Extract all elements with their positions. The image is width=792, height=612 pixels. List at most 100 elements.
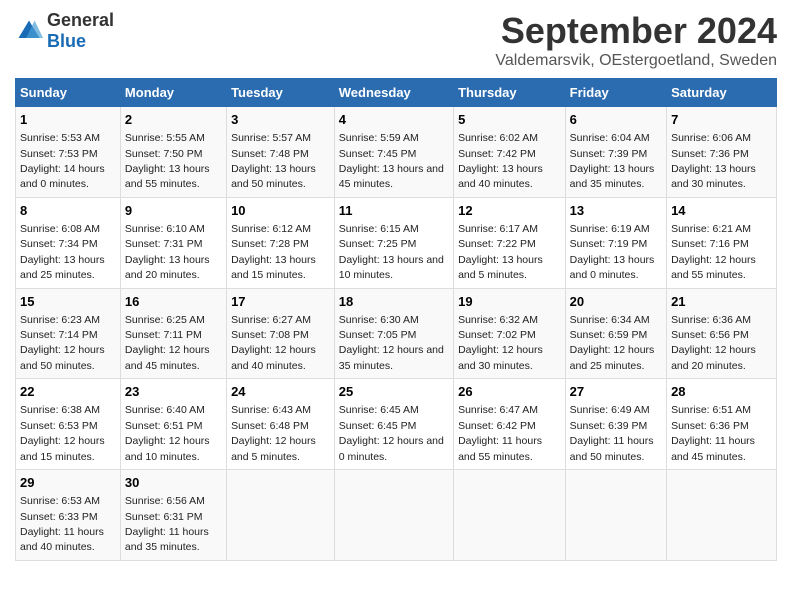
calendar-cell: 18 Sunrise: 6:30 AMSunset: 7:05 PMDayligh… [334, 288, 453, 379]
day-number: 17 [231, 293, 330, 311]
calendar-cell: 21 Sunrise: 6:36 AMSunset: 6:56 PMDayligh… [667, 288, 777, 379]
cell-info: Sunrise: 6:53 AMSunset: 6:33 PMDaylight:… [20, 495, 104, 553]
day-number: 16 [125, 293, 222, 311]
cell-info: Sunrise: 6:02 AMSunset: 7:42 PMDaylight:… [458, 132, 543, 190]
day-number: 23 [125, 383, 222, 401]
calendar-cell: 27 Sunrise: 6:49 AMSunset: 6:39 PMDayligh… [565, 379, 666, 470]
cell-info: Sunrise: 6:30 AMSunset: 7:05 PMDaylight:… [339, 314, 444, 372]
column-header-thursday: Thursday [454, 79, 566, 107]
calendar-week-row: 15 Sunrise: 6:23 AMSunset: 7:14 PMDayligh… [16, 288, 777, 379]
day-number: 29 [20, 474, 116, 492]
calendar-table: SundayMondayTuesdayWednesdayThursdayFrid… [15, 78, 777, 561]
page-header: General Blue September 2024 Valdemarsvik… [15, 10, 777, 70]
cell-info: Sunrise: 6:45 AMSunset: 6:45 PMDaylight:… [339, 404, 444, 462]
cell-info: Sunrise: 6:34 AMSunset: 6:59 PMDaylight:… [570, 314, 655, 372]
cell-info: Sunrise: 6:23 AMSunset: 7:14 PMDaylight:… [20, 314, 105, 372]
cell-info: Sunrise: 6:21 AMSunset: 7:16 PMDaylight:… [671, 223, 756, 281]
calendar-cell: 10Sunrise: 6:12 AMSunset: 7:28 PMDayligh… [227, 197, 335, 288]
day-number: 24 [231, 383, 330, 401]
cell-info: Sunrise: 6:25 AMSunset: 7:11 PMDaylight:… [125, 314, 210, 372]
column-header-saturday: Saturday [667, 79, 777, 107]
day-number: 10 [231, 202, 330, 220]
calendar-cell: 11 Sunrise: 6:15 AMSunset: 7:25 PMDayligh… [334, 197, 453, 288]
calendar-cell: 5 Sunrise: 6:02 AMSunset: 7:42 PMDaylight… [454, 107, 566, 198]
day-number: 6 [570, 111, 662, 129]
calendar-cell: 1 Sunrise: 5:53 AMSunset: 7:53 PMDaylight… [16, 107, 121, 198]
column-header-sunday: Sunday [16, 79, 121, 107]
calendar-cell [334, 470, 453, 561]
cell-info: Sunrise: 6:40 AMSunset: 6:51 PMDaylight:… [125, 404, 210, 462]
calendar-cell [454, 470, 566, 561]
day-number: 26 [458, 383, 561, 401]
cell-info: Sunrise: 6:08 AMSunset: 7:34 PMDaylight:… [20, 223, 105, 281]
cell-info: Sunrise: 5:53 AMSunset: 7:53 PMDaylight:… [20, 132, 105, 190]
calendar-cell: 17 Sunrise: 6:27 AMSunset: 7:08 PMDayligh… [227, 288, 335, 379]
subtitle: Valdemarsvik, OEstergoetland, Sweden [495, 52, 777, 70]
cell-info: Sunrise: 6:43 AMSunset: 6:48 PMDaylight:… [231, 404, 316, 462]
cell-info: Sunrise: 6:04 AMSunset: 7:39 PMDaylight:… [570, 132, 655, 190]
cell-info: Sunrise: 6:49 AMSunset: 6:39 PMDaylight:… [570, 404, 654, 462]
day-number: 19 [458, 293, 561, 311]
calendar-cell: 14 Sunrise: 6:21 AMSunset: 7:16 PMDayligh… [667, 197, 777, 288]
calendar-cell [227, 470, 335, 561]
day-number: 3 [231, 111, 330, 129]
day-number: 21 [671, 293, 772, 311]
calendar-cell: 23 Sunrise: 6:40 AMSunset: 6:51 PMDayligh… [120, 379, 226, 470]
day-number: 14 [671, 202, 772, 220]
cell-info: Sunrise: 5:55 AMSunset: 7:50 PMDaylight:… [125, 132, 210, 190]
cell-info: Sunrise: 6:36 AMSunset: 6:56 PMDaylight:… [671, 314, 756, 372]
cell-info: Sunrise: 6:15 AMSunset: 7:25 PMDaylight:… [339, 223, 444, 281]
calendar-cell: 7 Sunrise: 6:06 AMSunset: 7:36 PMDaylight… [667, 107, 777, 198]
day-number: 22 [20, 383, 116, 401]
cell-info: Sunrise: 6:27 AMSunset: 7:08 PMDaylight:… [231, 314, 316, 372]
logo-text-blue: Blue [47, 31, 86, 51]
calendar-cell: 29 Sunrise: 6:53 AMSunset: 6:33 PMDayligh… [16, 470, 121, 561]
cell-info: Sunrise: 6:51 AMSunset: 6:36 PMDaylight:… [671, 404, 755, 462]
column-header-wednesday: Wednesday [334, 79, 453, 107]
calendar-cell: 3Sunrise: 5:57 AMSunset: 7:48 PMDaylight… [227, 107, 335, 198]
cell-info: Sunrise: 6:17 AMSunset: 7:22 PMDaylight:… [458, 223, 543, 281]
title-section: September 2024 Valdemarsvik, OEstergoetl… [495, 10, 777, 70]
day-number: 9 [125, 202, 222, 220]
cell-info: Sunrise: 6:56 AMSunset: 6:31 PMDaylight:… [125, 495, 209, 553]
day-number: 7 [671, 111, 772, 129]
day-number: 30 [125, 474, 222, 492]
day-number: 12 [458, 202, 561, 220]
cell-info: Sunrise: 6:19 AMSunset: 7:19 PMDaylight:… [570, 223, 655, 281]
day-number: 8 [20, 202, 116, 220]
day-number: 11 [339, 202, 449, 220]
calendar-header-row: SundayMondayTuesdayWednesdayThursdayFrid… [16, 79, 777, 107]
cell-info: Sunrise: 6:47 AMSunset: 6:42 PMDaylight:… [458, 404, 542, 462]
cell-info: Sunrise: 5:59 AMSunset: 7:45 PMDaylight:… [339, 132, 444, 190]
calendar-cell: 26 Sunrise: 6:47 AMSunset: 6:42 PMDayligh… [454, 379, 566, 470]
logo: General Blue [15, 10, 114, 52]
calendar-cell: 16 Sunrise: 6:25 AMSunset: 7:11 PMDayligh… [120, 288, 226, 379]
calendar-cell: 8 Sunrise: 6:08 AMSunset: 7:34 PMDaylight… [16, 197, 121, 288]
day-number: 18 [339, 293, 449, 311]
day-number: 20 [570, 293, 662, 311]
calendar-cell [565, 470, 666, 561]
day-number: 13 [570, 202, 662, 220]
calendar-cell: 12 Sunrise: 6:17 AMSunset: 7:22 PMDayligh… [454, 197, 566, 288]
day-number: 15 [20, 293, 116, 311]
calendar-week-row: 22 Sunrise: 6:38 AMSunset: 6:53 PMDayligh… [16, 379, 777, 470]
calendar-cell: 22 Sunrise: 6:38 AMSunset: 6:53 PMDayligh… [16, 379, 121, 470]
calendar-cell: 28Sunrise: 6:51 AMSunset: 6:36 PMDayligh… [667, 379, 777, 470]
calendar-cell: 30 Sunrise: 6:56 AMSunset: 6:31 PMDayligh… [120, 470, 226, 561]
logo-icon [15, 17, 43, 45]
logo-text-general: General [47, 10, 114, 30]
calendar-cell: 25Sunrise: 6:45 AMSunset: 6:45 PMDayligh… [334, 379, 453, 470]
calendar-cell: 19Sunrise: 6:32 AMSunset: 7:02 PMDayligh… [454, 288, 566, 379]
column-header-tuesday: Tuesday [227, 79, 335, 107]
cell-info: Sunrise: 6:38 AMSunset: 6:53 PMDaylight:… [20, 404, 105, 462]
day-number: 1 [20, 111, 116, 129]
day-number: 27 [570, 383, 662, 401]
day-number: 5 [458, 111, 561, 129]
calendar-cell: 15 Sunrise: 6:23 AMSunset: 7:14 PMDayligh… [16, 288, 121, 379]
calendar-cell: 4 Sunrise: 5:59 AMSunset: 7:45 PMDaylight… [334, 107, 453, 198]
calendar-cell: 13 Sunrise: 6:19 AMSunset: 7:19 PMDayligh… [565, 197, 666, 288]
day-number: 2 [125, 111, 222, 129]
cell-info: Sunrise: 6:06 AMSunset: 7:36 PMDaylight:… [671, 132, 756, 190]
day-number: 4 [339, 111, 449, 129]
calendar-cell: 6 Sunrise: 6:04 AMSunset: 7:39 PMDaylight… [565, 107, 666, 198]
